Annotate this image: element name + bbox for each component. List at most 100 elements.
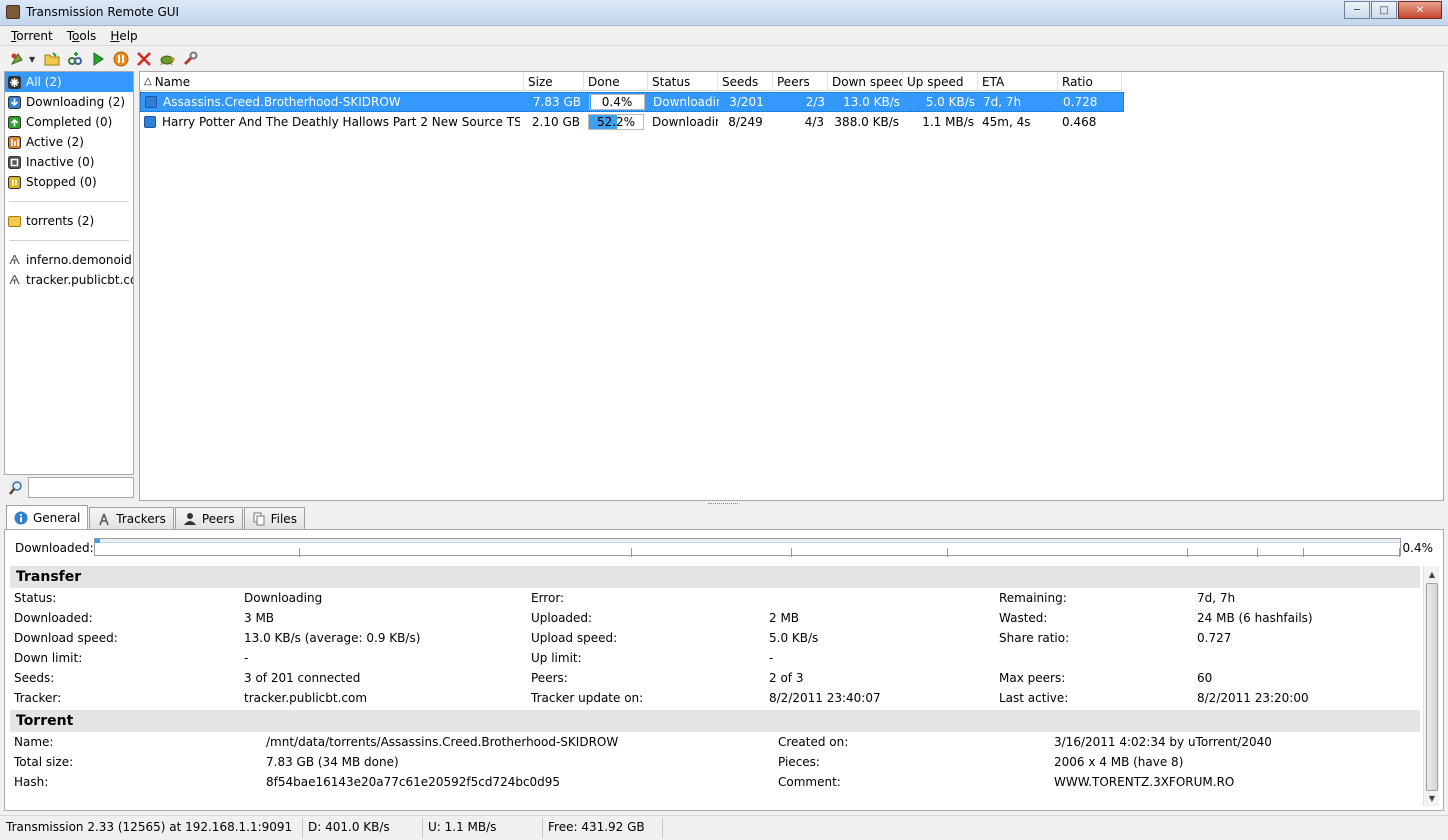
close-icon: ✕ <box>1415 4 1425 16</box>
filter-stopped[interactable]: Stopped (0) <box>5 172 133 192</box>
cell-text: Downloading <box>653 95 719 109</box>
active-icon <box>8 135 21 149</box>
menu-help[interactable]: Help <box>103 29 144 43</box>
tab-files[interactable]: Files <box>243 507 305 529</box>
add-torrent-dropdown[interactable]: ▼ <box>29 55 37 64</box>
turtle-mode-button[interactable] <box>156 48 178 70</box>
search-icon <box>9 481 22 495</box>
cell-seeds: 8/249 <box>718 112 773 132</box>
column-header-eta[interactable]: ETA <box>978 72 1058 91</box>
cell-size: 7.83 GB <box>525 92 585 112</box>
downloaded-label: Downloaded: <box>15 541 94 555</box>
scroll-up-icon[interactable]: ▲ <box>1424 566 1440 582</box>
filter-active[interactable]: Active (2) <box>5 132 133 152</box>
column-header-name[interactable]: △ Name <box>140 72 524 91</box>
add-torrent-button[interactable] <box>6 48 28 70</box>
column-header-done[interactable]: Done <box>584 72 648 91</box>
cell-text: 4/3 <box>804 115 824 129</box>
remove-icon <box>137 52 151 66</box>
column-header-down[interactable]: Down speed <box>828 72 903 91</box>
tab-general[interactable]: General <box>6 505 89 529</box>
filter-label: Active (2) <box>26 135 84 149</box>
maximize-button[interactable]: □ <box>1371 1 1397 19</box>
folder-icon <box>8 215 21 227</box>
piece-mark <box>1187 548 1188 557</box>
tab-label: Trackers <box>116 511 166 526</box>
progress-text: 0.4% <box>601 95 633 109</box>
cell-text: 2.10 GB <box>531 115 580 129</box>
cell-peers: 2/3 <box>774 92 829 112</box>
pause-button[interactable] <box>110 48 132 70</box>
field-value: 0.727 <box>1197 631 1232 645</box>
filter-downloading[interactable]: Downloading (2) <box>5 92 133 112</box>
open-folder-button[interactable] <box>41 48 63 70</box>
close-button[interactable]: ✕ <box>1398 1 1442 19</box>
peer-icon <box>183 512 197 526</box>
tab-peers[interactable]: Peers <box>174 507 243 529</box>
field-label: Remaining: <box>999 591 1067 605</box>
field-value: tracker.publicbt.com <box>244 691 368 705</box>
menu-tools[interactable]: Tools <box>60 29 104 43</box>
field-value: 5.0 KB/s <box>769 631 819 645</box>
options-button[interactable] <box>179 48 201 70</box>
cell-done: 52.2% <box>584 112 648 132</box>
details-scroll-area: Transfer Status: Downloading Error: Remaini… <box>10 566 1420 806</box>
scroll-down-icon[interactable]: ▼ <box>1424 790 1440 806</box>
transfer-row: Seeds: 3 of 201 connected Peers: 2 of 3 Max … <box>10 668 1420 688</box>
tab-trackers[interactable]: Trackers <box>89 507 174 529</box>
column-header-peers[interactable]: Peers <box>773 72 828 91</box>
column-header-label: Status <box>652 74 691 89</box>
column-header-ratio[interactable]: Ratio <box>1058 72 1122 91</box>
column-header-seeds[interactable]: Seeds <box>718 72 773 91</box>
start-icon <box>93 52 104 66</box>
torrent-row[interactable]: Assassins.Creed.Brotherhood-SKIDROW 7.83 … <box>140 92 1124 112</box>
field-label: Max peers: <box>999 671 1066 685</box>
scroll-thumb[interactable] <box>1426 583 1438 791</box>
transfer-section-title: Transfer <box>10 566 1420 588</box>
cell-text: 0.468 <box>1062 115 1097 129</box>
pieces-bar-track <box>95 539 1400 543</box>
column-header-label: Size <box>528 74 553 89</box>
field-label: Up limit: <box>531 651 582 665</box>
filter-folder[interactable]: torrents (2) <box>5 211 133 231</box>
details-scrollbar[interactable]: ▲ ▼ <box>1423 566 1439 806</box>
field-label: Down limit: <box>14 651 83 665</box>
add-link-button[interactable] <box>64 48 86 70</box>
filter-completed[interactable]: Completed (0) <box>5 112 133 132</box>
cell-text: 388.0 KB/s <box>834 115 899 129</box>
downloading-icon <box>145 96 157 108</box>
field-value: 8/2/2011 23:20:00 <box>1197 691 1309 705</box>
start-button[interactable] <box>87 48 109 70</box>
piece-mark <box>1257 548 1258 557</box>
column-header-status[interactable]: Status <box>648 72 718 91</box>
piece-mark <box>947 548 948 557</box>
splitter-handle[interactable] <box>708 503 738 506</box>
pieces-bar <box>94 538 1401 557</box>
cell-text: 13.0 KB/s <box>843 95 900 109</box>
torrent-row[interactable]: Harry Potter And The Deathly Hallows Par… <box>140 112 1122 132</box>
remove-button[interactable] <box>133 48 155 70</box>
filter-label: torrents (2) <box>26 214 95 228</box>
cell-status: Downloading <box>648 112 718 132</box>
add-link-icon <box>68 52 82 65</box>
filter-inactive[interactable]: Inactive (0) <box>5 152 133 172</box>
column-header-label: Name <box>154 74 191 89</box>
status-divider <box>542 818 543 838</box>
filter-tracker[interactable]: Ѧtracker.publicbt.com <box>5 270 133 290</box>
menu-bar: Torrent Tools Help <box>0 26 1448 46</box>
filter-all[interactable]: All (2) <box>5 72 133 92</box>
column-header-size[interactable]: Size <box>524 72 584 91</box>
minimize-button[interactable]: ─ <box>1344 1 1370 19</box>
cell-text: 7.83 GB <box>532 95 581 109</box>
list-header: △ Name Size Done Status Seeds Peers Down speed U… <box>140 72 1122 91</box>
filter-tracker[interactable]: Ѧinferno.demonoid.me <box>5 250 133 270</box>
completed-icon <box>8 115 21 129</box>
field-value: 8/2/2011 23:40:07 <box>769 691 881 705</box>
menu-torrent[interactable]: Torrent <box>4 29 60 43</box>
filter-separator <box>9 240 129 241</box>
filter-search <box>4 477 134 499</box>
menu-accelerator: T <box>11 28 17 43</box>
filter-search-input[interactable] <box>28 477 134 498</box>
open-folder-icon <box>44 52 60 66</box>
column-header-up[interactable]: Up speed <box>903 72 978 91</box>
